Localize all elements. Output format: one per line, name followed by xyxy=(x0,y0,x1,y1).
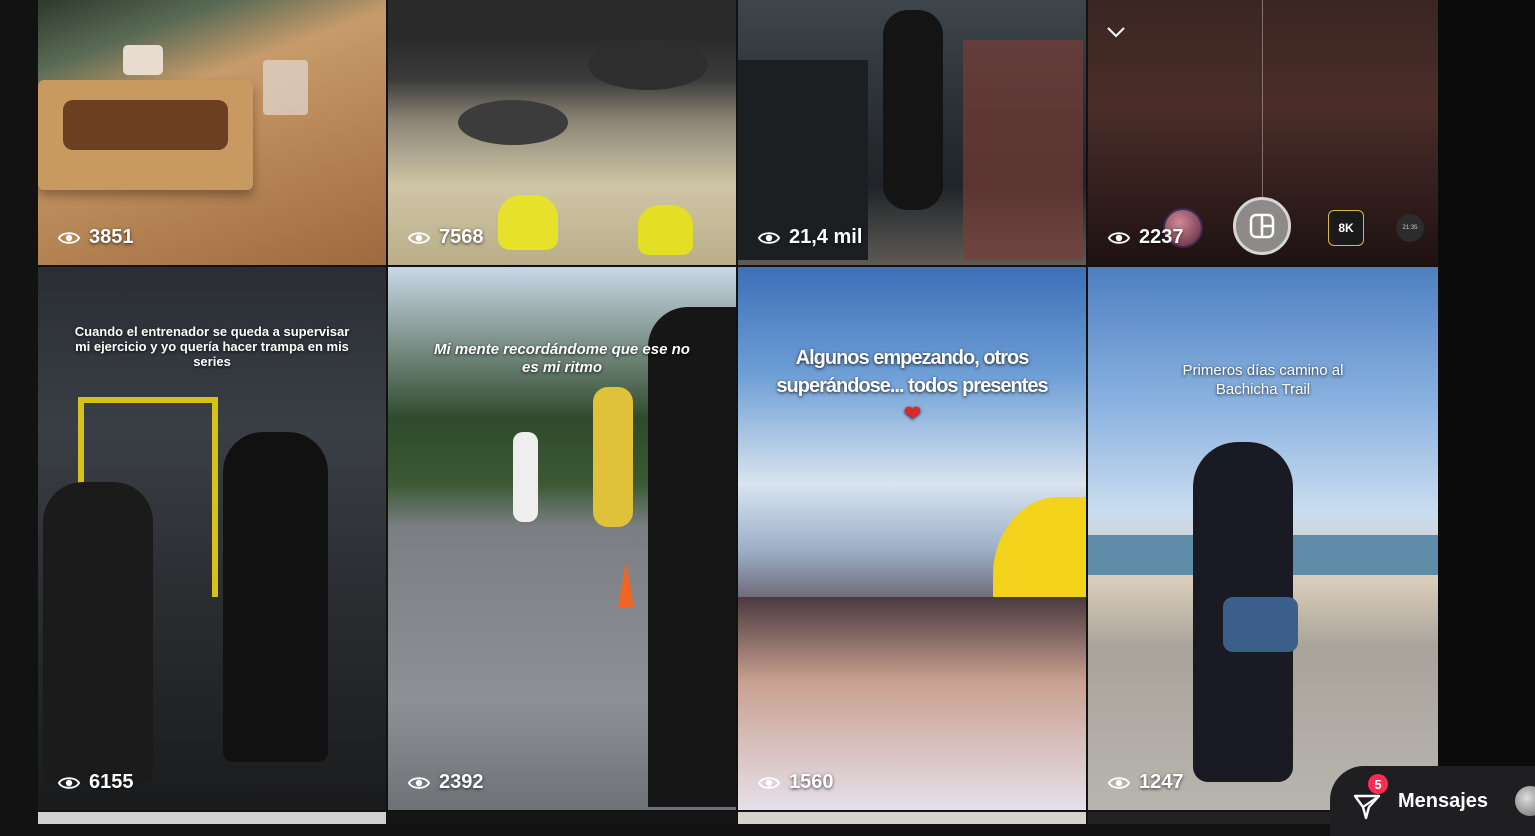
video-tile[interactable]: 21,4 mil xyxy=(738,0,1086,265)
eye-icon xyxy=(1108,231,1130,244)
runner-shorts xyxy=(1223,597,1298,652)
view-count: 7568 xyxy=(408,226,484,249)
video-tile[interactable] xyxy=(738,812,1086,824)
avatar xyxy=(1515,786,1535,816)
sneaker xyxy=(638,205,693,255)
video-tile[interactable] xyxy=(38,812,386,824)
eye-icon xyxy=(1108,776,1130,789)
messages-button[interactable]: 5 Mensajes xyxy=(1330,766,1535,836)
video-tile[interactable]: Cuando el entrenador se queda a supervis… xyxy=(38,267,386,810)
video-caption: Cuando el entrenador se queda a supervis… xyxy=(74,324,350,369)
view-count: 3851 xyxy=(58,226,134,249)
eye-icon xyxy=(758,776,780,789)
cup xyxy=(123,45,163,75)
glass xyxy=(263,60,308,115)
eye-icon xyxy=(408,776,430,789)
video-tile[interactable]: 3851 xyxy=(38,0,386,265)
dumbbell xyxy=(588,40,708,90)
chevron-down-icon xyxy=(1107,27,1125,38)
video-tile[interactable] xyxy=(388,812,736,824)
video-caption: Primeros días camino al Bachicha Trail xyxy=(1182,362,1344,398)
video-caption: Mi mente recordándome que ese no es mi r… xyxy=(434,341,690,376)
center-line xyxy=(1262,0,1263,200)
camera-shutter-button[interactable] xyxy=(1233,197,1291,255)
view-count: 1560 xyxy=(758,771,834,794)
video-tile[interactable]: Mi mente recordándome que ese no es mi r… xyxy=(388,267,736,810)
video-tile[interactable]: 7568 xyxy=(388,0,736,265)
person-sitting xyxy=(43,482,153,782)
eye-icon xyxy=(58,776,80,789)
eye-icon xyxy=(408,231,430,244)
dumbbell xyxy=(458,100,568,145)
runner xyxy=(593,387,633,527)
view-count: 2392 xyxy=(408,771,484,794)
dumbbell-rack xyxy=(388,0,736,40)
send-icon xyxy=(1353,794,1381,820)
eye-icon xyxy=(758,231,780,244)
eye-icon xyxy=(58,231,80,244)
person-standing xyxy=(223,432,328,762)
right-panel xyxy=(1438,0,1535,824)
view-count: 2237 xyxy=(1108,226,1184,249)
messages-label: Mensajes xyxy=(1398,789,1489,812)
sneaker xyxy=(498,195,558,250)
view-count: 21,4 mil xyxy=(758,226,862,249)
traffic-cone xyxy=(618,562,634,607)
video-caption: Algunos empezando, otros superándose... … xyxy=(776,347,1048,425)
resolution-8k-badge: 8K xyxy=(1328,210,1364,246)
view-count: 1247 xyxy=(1108,771,1184,794)
message-count-badge: 5 xyxy=(1368,774,1388,794)
view-count: 6155 xyxy=(58,771,134,794)
heart-icon: ❤ xyxy=(904,403,921,425)
person-legs xyxy=(883,10,943,210)
toast xyxy=(63,100,228,150)
layout-icon xyxy=(1249,213,1275,239)
selfie-person xyxy=(648,307,736,807)
video-tile[interactable]: 8K 21:35 2237 xyxy=(1088,0,1438,265)
mirror xyxy=(963,40,1083,260)
video-tile[interactable]: Algunos empezando, otros superándose... … xyxy=(738,267,1086,810)
video-tile[interactable]: Primeros días camino al Bachicha Trail 1… xyxy=(1088,267,1438,810)
thumbnail-preview: 21:35 xyxy=(1396,214,1424,242)
runner xyxy=(513,432,538,522)
